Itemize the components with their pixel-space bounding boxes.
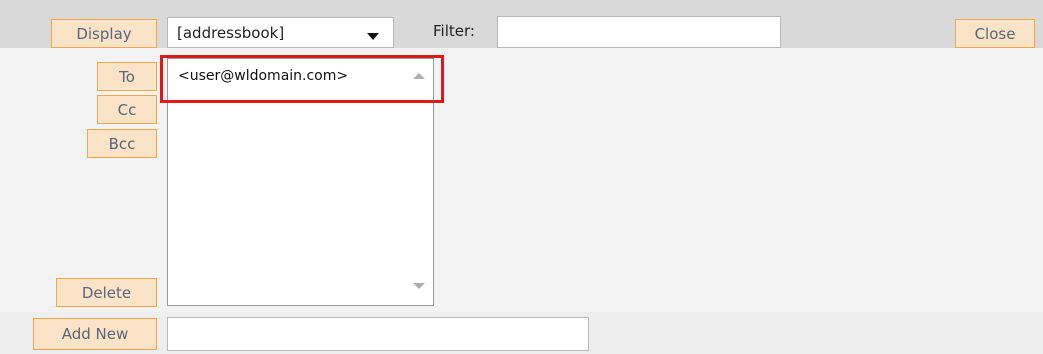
address-picker: Display [addressbook] Filter: Close To C… — [0, 0, 1043, 354]
add-new-input[interactable] — [167, 317, 589, 351]
delete-button[interactable]: Delete — [56, 278, 157, 307]
to-button[interactable]: To — [97, 62, 157, 91]
scroll-down-icon[interactable] — [413, 283, 425, 289]
close-button[interactable]: Close — [955, 19, 1035, 48]
display-button[interactable]: Display — [51, 19, 157, 48]
add-new-button[interactable]: Add New — [33, 318, 157, 350]
cc-button[interactable]: Cc — [97, 95, 157, 124]
addressbook-select-value: [addressbook] — [177, 23, 285, 42]
chevron-down-icon — [367, 33, 379, 40]
highlight-box — [160, 55, 444, 103]
addressbook-select[interactable]: [addressbook] — [167, 17, 394, 48]
filter-input[interactable] — [497, 16, 781, 48]
bcc-button[interactable]: Bcc — [87, 129, 157, 158]
filter-label: Filter: — [433, 22, 475, 40]
